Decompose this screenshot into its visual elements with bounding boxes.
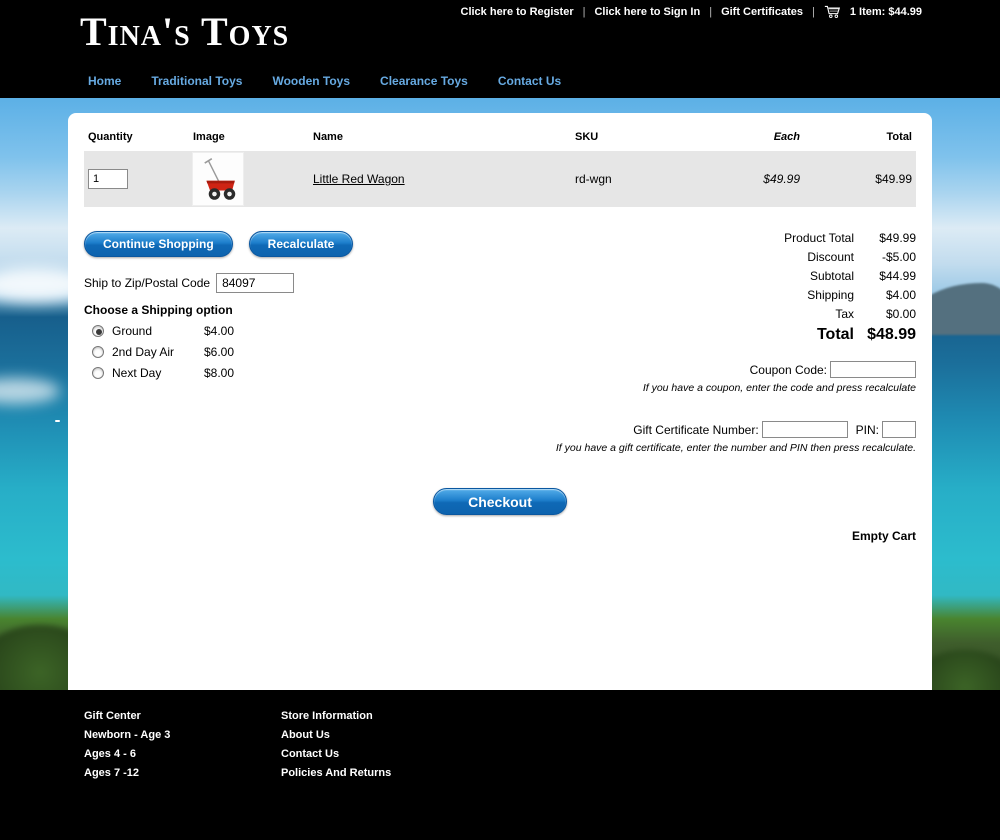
shipping-option-2nd-day-air: 2nd Day Air $6.00 — [92, 345, 394, 359]
zip-input[interactable] — [216, 273, 294, 293]
footer-link-policies-and-returns[interactable]: Policies And Returns — [281, 767, 478, 779]
background-cloud — [0, 378, 60, 404]
nav-traditional-toys[interactable]: Traditional Toys — [151, 74, 242, 88]
total-row-value: $44.99 — [854, 269, 916, 283]
footer-gift-center-column: Gift Center Newborn - Age 3 Ages 4 - 6 A… — [84, 710, 281, 786]
footer-link-contact-us[interactable]: Contact Us — [281, 748, 478, 760]
gift-certificate-input[interactable] — [762, 421, 848, 438]
radio-next-day[interactable] — [92, 367, 104, 379]
main-area: Quantity Image Name SKU Each Total — [0, 98, 1000, 690]
cart-summary[interactable]: 1 Item: $44.99 — [850, 6, 922, 18]
separator: | — [709, 6, 712, 18]
shipping-option-label[interactable]: Ground — [112, 324, 204, 338]
site-footer: Gift Center Newborn - Age 3 Ages 4 - 6 A… — [0, 690, 1000, 840]
column-header-name: Name — [313, 131, 575, 143]
checkout-button[interactable]: Checkout — [433, 488, 567, 515]
total-row-value: $4.00 — [854, 288, 916, 302]
continue-shopping-button[interactable]: Continue Shopping — [84, 231, 233, 257]
coupon-section: Coupon Code: If you have a coupon, enter… — [394, 361, 916, 394]
total-row-value: -$5.00 — [854, 250, 916, 264]
nav-contact-us[interactable]: Contact Us — [498, 74, 561, 88]
total-row-value: $49.99 — [854, 231, 916, 245]
coupon-label: Coupon Code: — [750, 363, 827, 377]
shopping-cart-icon[interactable] — [824, 4, 841, 19]
product-each-price: $49.99 — [710, 172, 800, 186]
background-boat — [55, 420, 60, 422]
shipping-column: Continue Shopping Recalculate Ship to Zi… — [84, 231, 394, 454]
pin-label: PIN: — [856, 423, 879, 437]
gift-certificate-label: Gift Certificate Number: — [633, 423, 758, 437]
pin-input[interactable] — [882, 421, 916, 438]
shipping-option-ground: Ground $4.00 — [92, 324, 394, 338]
footer-link-about-us[interactable]: About Us — [281, 729, 478, 741]
order-totals: Product Total$49.99 Discount-$5.00 Subto… — [756, 231, 916, 344]
cart-panel: Quantity Image Name SKU Each Total — [68, 113, 932, 690]
footer-link-ages-7-12[interactable]: Ages 7 -12 — [84, 767, 281, 779]
total-row-label: Shipping — [756, 288, 854, 302]
sign-in-link[interactable]: Click here to Sign In — [594, 6, 700, 18]
product-sku: rd-wgn — [575, 172, 710, 186]
totals-column: Product Total$49.99 Discount-$5.00 Subto… — [394, 231, 916, 454]
column-header-total: Total — [800, 131, 912, 143]
product-total-price: $49.99 — [800, 172, 912, 186]
footer-store-information-column: Store Information About Us Contact Us Po… — [281, 710, 478, 786]
quantity-input[interactable] — [88, 169, 128, 189]
gift-certificate-note: If you have a gift certificate, enter th… — [394, 442, 916, 454]
total-row-label: Tax — [756, 307, 854, 321]
column-header-quantity: Quantity — [88, 131, 193, 143]
site-header: Click here to Register | Click here to S… — [0, 0, 1000, 98]
separator: | — [583, 6, 586, 18]
total-row-label: Discount — [756, 250, 854, 264]
separator: | — [812, 6, 815, 18]
total-row-label: Subtotal — [756, 269, 854, 283]
total-row-value: $0.00 — [854, 307, 916, 321]
nav-wooden-toys[interactable]: Wooden Toys — [272, 74, 350, 88]
empty-cart-link[interactable]: Empty Cart — [852, 529, 916, 543]
product-image-red-wagon[interactable] — [193, 153, 243, 205]
shipping-option-price: $4.00 — [204, 324, 234, 338]
shipping-option-price: $8.00 — [204, 366, 234, 380]
main-nav: Home Traditional Toys Wooden Toys Cleara… — [88, 74, 561, 88]
gift-certificate-section: Gift Certificate Number: PIN: If you hav… — [394, 421, 916, 454]
shipping-option-label[interactable]: Next Day — [112, 366, 204, 380]
column-header-sku: SKU — [575, 131, 710, 143]
cart-item-row: Little Red Wagon rd-wgn $49.99 $49.99 — [84, 151, 916, 207]
nav-home[interactable]: Home — [88, 74, 121, 88]
gift-certificates-link[interactable]: Gift Certificates — [721, 6, 803, 18]
coupon-note: If you have a coupon, enter the code and… — [394, 382, 916, 394]
shipping-option-next-day: Next Day $8.00 — [92, 366, 394, 380]
footer-link-ages-4-6[interactable]: Ages 4 - 6 — [84, 748, 281, 760]
register-link[interactable]: Click here to Register — [461, 6, 574, 18]
column-header-image: Image — [193, 131, 313, 143]
grand-total-label: Total — [756, 326, 854, 344]
radio-ground[interactable] — [92, 325, 104, 337]
footer-link-newborn-age-3[interactable]: Newborn - Age 3 — [84, 729, 281, 741]
cart-table-header: Quantity Image Name SKU Each Total — [84, 129, 916, 151]
footer-column-title: Store Information — [281, 710, 478, 722]
column-header-each: Each — [710, 131, 800, 143]
recalculate-button[interactable]: Recalculate — [249, 231, 354, 257]
coupon-input[interactable] — [830, 361, 916, 378]
shipping-option-price: $6.00 — [204, 345, 234, 359]
zip-label: Ship to Zip/Postal Code — [84, 276, 210, 290]
footer-column-title: Gift Center — [84, 710, 281, 722]
shipping-options-title: Choose a Shipping option — [84, 303, 394, 317]
site-logo[interactable]: Tina's Toys — [80, 8, 289, 55]
shipping-option-label[interactable]: 2nd Day Air — [112, 345, 204, 359]
grand-total-value: $48.99 — [854, 326, 916, 344]
utility-bar: Click here to Register | Click here to S… — [461, 4, 923, 19]
nav-clearance-toys[interactable]: Clearance Toys — [380, 74, 468, 88]
product-name-link[interactable]: Little Red Wagon — [313, 172, 405, 186]
radio-2nd-day-air[interactable] — [92, 346, 104, 358]
total-row-label: Product Total — [756, 231, 854, 245]
